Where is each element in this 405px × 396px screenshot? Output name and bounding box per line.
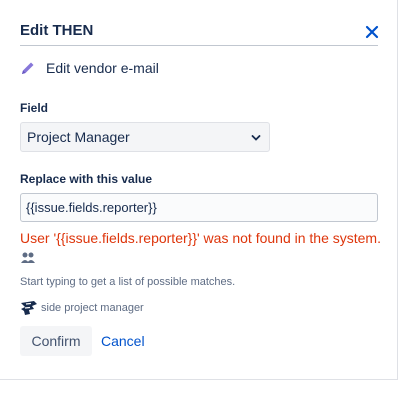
action-subtitle: Edit vendor e-mail [46, 60, 159, 76]
action-subtitle-row: Edit vendor e-mail [20, 58, 159, 78]
dialog-header: Edit THEN [20, 18, 380, 46]
avatar-icon [20, 300, 38, 316]
confirm-button[interactable]: Confirm [20, 326, 92, 356]
suggestion-label: side project manager [41, 302, 144, 314]
field-select-value: Project Manager [27, 129, 130, 145]
cancel-button[interactable]: Cancel [101, 326, 145, 356]
replace-value-label: Replace with this value [20, 172, 153, 186]
replace-value-input[interactable] [20, 193, 378, 222]
pencil-icon [20, 60, 36, 76]
hint-text: Start typing to get a list of possible m… [20, 276, 236, 288]
chevron-down-icon [251, 135, 261, 141]
field-select[interactable]: Project Manager [20, 122, 270, 152]
user-suggestion[interactable]: side project manager [20, 300, 144, 316]
edit-then-dialog: Edit THEN Edit vendor e-mail Field Proje… [0, 0, 398, 380]
error-message: User '{{issue.fields.reporter}}' was not… [20, 230, 381, 246]
dialog-title: Edit THEN [20, 22, 94, 39]
close-icon[interactable] [364, 24, 380, 40]
users-icon [20, 251, 36, 265]
field-label: Field [20, 101, 49, 115]
